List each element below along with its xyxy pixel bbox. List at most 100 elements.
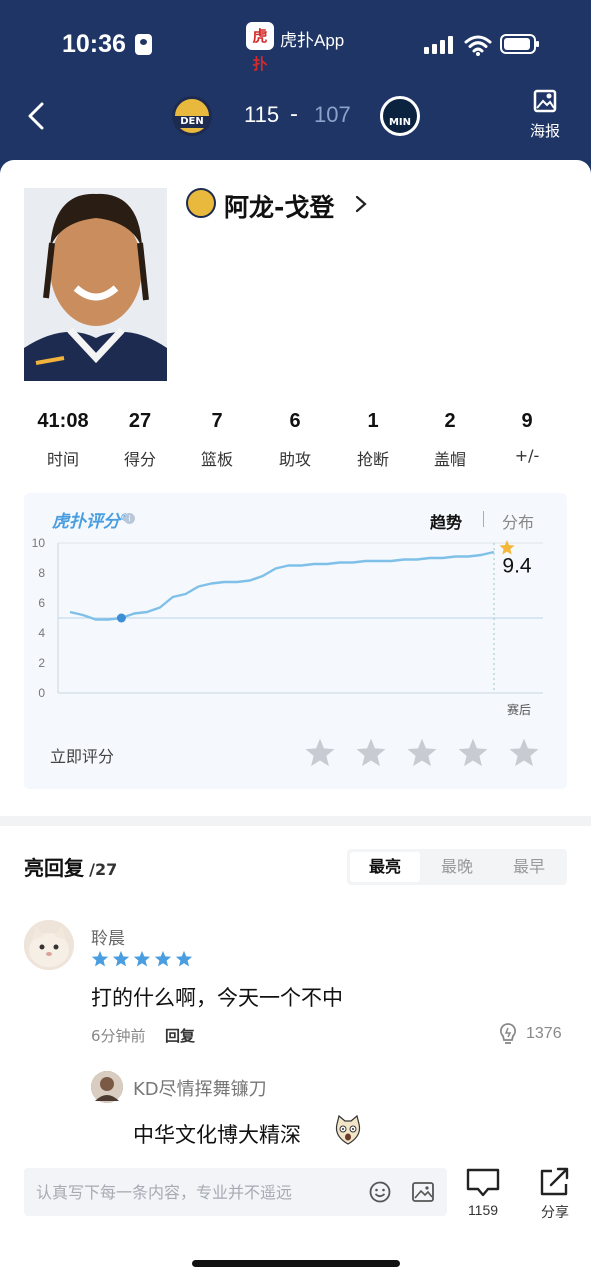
app-name: 虎扑App (280, 31, 345, 50)
comments-title: 亮回复 (24, 856, 84, 880)
reply-text[interactable]: 中华文化博大精深 (133, 1119, 301, 1149)
current-point-marker (116, 613, 126, 623)
home-indicator (192, 1260, 400, 1267)
user-star-icon (154, 950, 172, 967)
home-team-logo[interactable]: DEN (172, 96, 212, 136)
poster-button[interactable]: 海报 (524, 88, 566, 144)
comment-username[interactable]: 聆晨 (91, 924, 125, 949)
rate-star-icon[interactable] (304, 737, 336, 769)
stat-label: 时间 (46, 450, 79, 469)
player-card: 阿龙-戈登 41:08 时间 27 得分 7 篮板 6 助攻 1 抢断 2 盖帽 (0, 160, 591, 816)
stat-value: 7 (211, 410, 223, 432)
tab-trend[interactable]: 趋势 (430, 509, 462, 533)
sort-tabs: 最亮 最晚 最早 (347, 849, 567, 885)
reply-button[interactable]: 回复 (165, 1025, 195, 1046)
sort-tab-latest[interactable]: 最晚 (422, 852, 492, 882)
status-time: 10:36 (62, 30, 126, 58)
back-button[interactable] (22, 98, 52, 134)
info-icon[interactable]: i (124, 513, 135, 524)
contact-card-icon (135, 34, 152, 55)
y-tick-label: 6 (38, 596, 45, 610)
player-stats: 41:08 时间 27 得分 7 篮板 6 助攻 1 抢断 2 盖帽 9 +/- (0, 410, 591, 474)
sort-tab-brightest[interactable]: 最亮 (350, 852, 420, 882)
stat-label: 篮板 (200, 450, 233, 469)
stat-blocks: 2 盖帽 (411, 410, 489, 470)
comments-count: /27 (89, 860, 118, 879)
final-star-icon (499, 540, 515, 555)
away-team-logo[interactable]: MIN (380, 96, 420, 136)
image-icon[interactable] (411, 1181, 435, 1203)
rate-star-icon[interactable] (406, 737, 438, 769)
rate-star-icon[interactable] (355, 737, 387, 769)
stat-value: 41:08 (37, 410, 89, 432)
rate-star-icon[interactable] (457, 737, 489, 769)
y-tick-label: 10 (32, 536, 46, 550)
stat-label: +/- (514, 446, 540, 465)
comments-button[interactable]: 1159 (460, 1166, 506, 1220)
light-bulb-icon[interactable] (498, 1022, 518, 1046)
tab-divider (483, 511, 484, 527)
rating-logo-text: 虎扑评分 (52, 512, 120, 532)
comment-input-box (24, 1168, 447, 1216)
user-star-icon (91, 950, 109, 967)
comment-count: 1159 (467, 1202, 499, 1218)
game-nav-row: DEN 115 - 107 MIN 海报 (0, 88, 591, 148)
stat-value: 27 (128, 410, 152, 432)
stat-value: 9 (521, 410, 533, 432)
hupu-rating-logo: 虎扑评分® (52, 507, 130, 532)
like-count: 1376 (526, 1025, 562, 1042)
section-divider (0, 816, 591, 826)
rate-star-icon[interactable] (508, 737, 540, 769)
rating-panel: 虎扑评分® i 趋势 分布 0 2 4 6 8 10 9.4 赛后 立即评分 (24, 493, 567, 789)
reply-avatar[interactable] (91, 1071, 123, 1103)
y-tick-label: 0 (38, 686, 45, 700)
tab-distribution[interactable]: 分布 (502, 509, 534, 533)
poster-label: 海报 (529, 122, 560, 140)
rating-series-line (69, 550, 495, 621)
stat-steals: 1 抢断 (334, 410, 412, 470)
home-score: 115 (244, 102, 280, 127)
avatar[interactable] (24, 920, 74, 970)
reply-username[interactable]: KD尽情挥舞镰刀 (133, 1075, 267, 1101)
player-team-logo (186, 188, 216, 218)
final-rating-value: 9.4 (502, 555, 532, 578)
status-bar: 10:36 虎扑 虎扑App (0, 22, 591, 73)
stat-value: 6 (289, 410, 301, 432)
stat-assists: 6 助攻 (256, 410, 334, 470)
stat-value: 2 (444, 410, 456, 432)
share-label: 分享 (541, 1204, 569, 1220)
share-button[interactable]: 分享 (534, 1166, 576, 1220)
user-star-icon (133, 950, 151, 967)
user-star-icon (175, 950, 193, 967)
emoji-icon[interactable] (369, 1181, 391, 1203)
user-star-icon (112, 950, 130, 967)
share-icon (540, 1167, 569, 1196)
y-tick-label: 4 (38, 626, 45, 640)
away-score: 107 (314, 102, 351, 127)
player-photo (24, 188, 167, 381)
stat-value: 1 (367, 410, 379, 432)
stat-label: 得分 (123, 450, 156, 469)
comments-header: 亮回复 /27 (24, 852, 117, 881)
wifi-icon (464, 35, 492, 56)
battery-icon (500, 34, 539, 54)
stat-label: 盖帽 (433, 450, 466, 469)
rate-now-label: 立即评分 (50, 747, 115, 766)
header-bar: 10:36 虎扑 虎扑App DEN 115 - 107 MIN 海报 (0, 0, 591, 180)
stat-plus-minus: 9 +/- (488, 410, 566, 465)
x-end-label: 赛后 (507, 702, 531, 717)
stat-points: 27 得分 (101, 410, 179, 470)
comment-text[interactable]: 打的什么啊，今天一个不中 (91, 982, 343, 1012)
stat-minutes: 41:08 时间 (24, 410, 102, 470)
shocked-face-emoji-icon (335, 1114, 361, 1145)
comment-input[interactable] (36, 1168, 356, 1216)
sort-tab-earliest[interactable]: 最早 (494, 852, 564, 882)
rate-stars[interactable] (304, 737, 544, 771)
stat-rebounds: 7 篮板 (178, 410, 256, 470)
signal-icon (424, 36, 454, 54)
score-separator: - (290, 102, 298, 127)
poster-icon (533, 89, 557, 113)
player-name: 阿龙-戈登 (224, 193, 335, 222)
rating-trend-chart: 0 2 4 6 8 10 9.4 赛后 (32, 536, 543, 717)
hupu-logo-icon: 虎扑 (246, 22, 274, 73)
